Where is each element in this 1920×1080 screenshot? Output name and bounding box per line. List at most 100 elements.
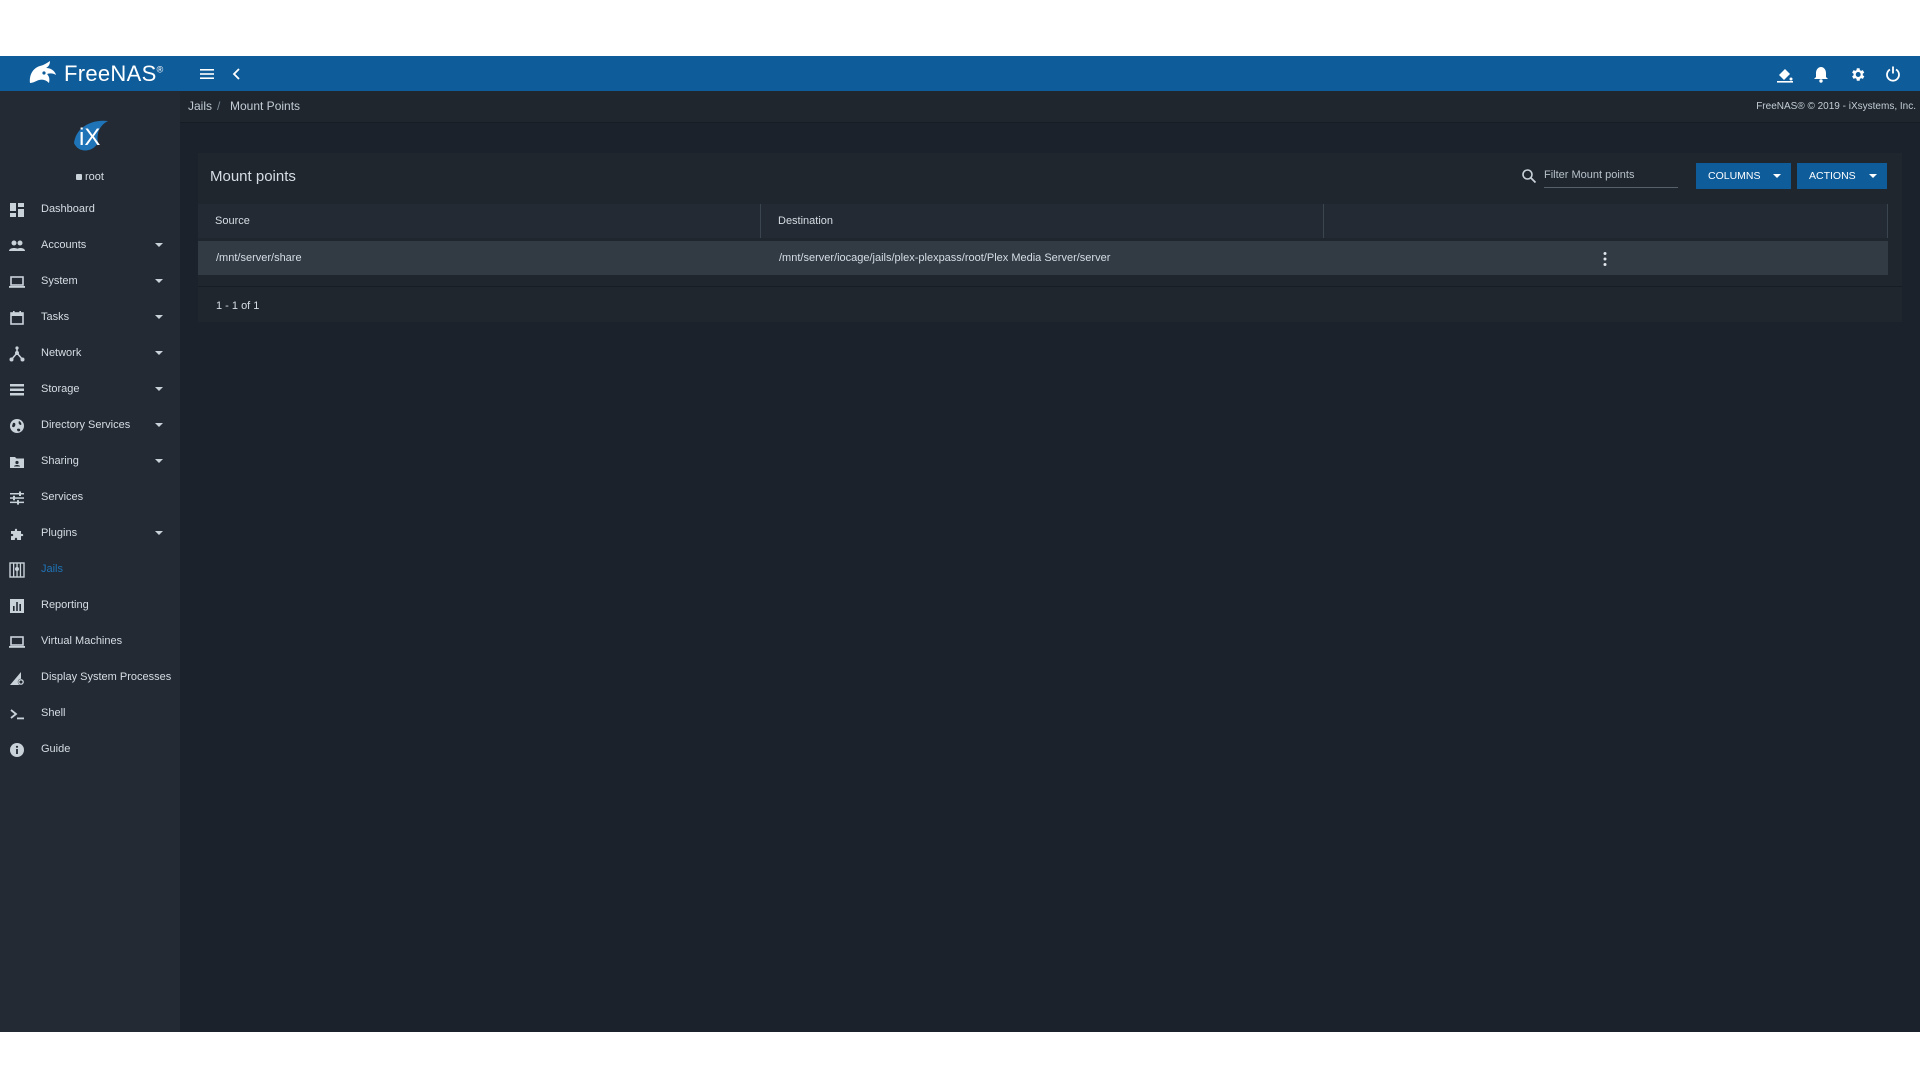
ixsystems-logo: iX: [68, 113, 112, 157]
breadcrumb: Jails / Mount Points FreeNAS® © 2019 - i…: [180, 91, 1920, 123]
power-icon: [1886, 66, 1900, 82]
notifications-button[interactable]: [1808, 61, 1834, 87]
columns-button-label: COLUMNS: [1708, 170, 1761, 182]
sidebar-item-storage[interactable]: Storage: [0, 371, 180, 407]
sidebar-item-label: Plugins: [41, 527, 78, 539]
freenas-app: FreeNAS® iX root Dashboard Accounts Syst…: [0, 56, 1920, 1032]
sliders-icon: [10, 491, 24, 505]
dashboard-icon: [10, 203, 24, 217]
sidebar-item-system[interactable]: System: [0, 263, 180, 299]
sidebar-item-label: Shell: [41, 707, 66, 719]
people-icon: [9, 240, 25, 251]
username: root: [85, 171, 104, 183]
column-divider: [760, 204, 761, 238]
sidebar-item-services[interactable]: Services: [0, 479, 180, 515]
paginator-range: 1 - 1 of 1: [216, 300, 260, 312]
lock-icon: [76, 174, 83, 181]
sidebar-item-tasks[interactable]: Tasks: [0, 299, 180, 335]
caret-down-icon: [155, 423, 163, 427]
breadcrumb-current: Mount Points: [230, 99, 301, 113]
sidebar-item-sharing[interactable]: Sharing: [0, 443, 180, 479]
caret-down-icon: [155, 279, 163, 283]
caret-down-icon: [155, 459, 163, 463]
sidebar-item-label: Storage: [41, 383, 80, 395]
caret-down-icon: [1773, 174, 1781, 178]
collapse-sidebar-button[interactable]: [224, 61, 250, 87]
caret-down-icon: [1869, 174, 1877, 178]
sidebar-item-reporting[interactable]: Reporting: [0, 587, 180, 623]
cell-source: /mnt/server/share: [216, 252, 302, 264]
sidebar-item-label: Services: [41, 491, 84, 503]
sidebar-item-shell[interactable]: Shell: [0, 695, 180, 731]
current-user: root: [0, 171, 180, 183]
sidebar-nav: Dashboard Accounts System Tasks Network: [0, 191, 180, 767]
calendar-icon: [10, 311, 24, 325]
columns-button[interactable]: COLUMNS: [1696, 163, 1791, 189]
mount-points-table: Source Destination /mnt/server/share /mn…: [198, 204, 1888, 275]
sidebar: iX root Dashboard Accounts System Tasks …: [0, 91, 180, 1032]
filter-input[interactable]: [1544, 163, 1678, 188]
menu-toggle-button[interactable]: [194, 61, 220, 87]
sidebar-item-directory-services[interactable]: Directory Services: [0, 407, 180, 443]
storage-list-icon: [10, 384, 24, 396]
chevron-left-icon: [232, 68, 240, 80]
column-header-destination[interactable]: Destination: [778, 204, 833, 238]
task-manager-button[interactable]: [1772, 61, 1798, 87]
processes-icon: [10, 672, 25, 686]
jail-icon: [9, 562, 25, 578]
copyright-text: FreeNAS® © 2019 - iXsystems, Inc.: [1756, 101, 1916, 112]
caret-down-icon: [155, 531, 163, 535]
ix-logo-icon: iX: [74, 120, 108, 151]
top-bar: FreeNAS®: [0, 56, 1920, 92]
breadcrumb-jails-link[interactable]: Jails: [188, 99, 212, 113]
divider: [198, 286, 1902, 287]
power-button[interactable]: [1880, 61, 1906, 87]
puzzle-icon: [11, 528, 24, 540]
hamburger-icon: [200, 69, 214, 79]
mount-points-card: Mount points COLUMNS ACTIONS Source Dest…: [198, 153, 1902, 322]
cell-destination: /mnt/server/iocage/jails/plex-plexpass/r…: [779, 252, 1111, 264]
monitor-icon: [9, 636, 25, 648]
column-divider: [1323, 204, 1324, 238]
breadcrumb-separator: /: [217, 99, 221, 113]
caret-down-icon: [155, 351, 163, 355]
network-icon: [9, 346, 25, 362]
sidebar-item-dashboard[interactable]: Dashboard: [0, 191, 180, 227]
settings-button[interactable]: [1844, 61, 1870, 87]
sidebar-item-label: System: [41, 275, 78, 287]
bar-chart-icon: [10, 599, 24, 613]
table-header: Source Destination: [198, 204, 1888, 238]
sidebar-item-virtual-machines[interactable]: Virtual Machines: [0, 623, 180, 659]
bell-icon: [1814, 66, 1828, 83]
actions-button[interactable]: ACTIONS: [1797, 163, 1887, 189]
sidebar-item-label: Accounts: [41, 239, 87, 251]
sidebar-item-network[interactable]: Network: [0, 335, 180, 371]
sidebar-item-label: Virtual Machines: [41, 635, 123, 647]
sidebar-item-label: Sharing: [41, 455, 79, 467]
search-icon: [1522, 169, 1537, 184]
sidebar-item-label: Tasks: [41, 311, 70, 323]
sidebar-item-plugins[interactable]: Plugins: [0, 515, 180, 551]
actions-button-label: ACTIONS: [1809, 170, 1856, 182]
sidebar-item-accounts[interactable]: Accounts: [0, 227, 180, 263]
sidebar-item-label: Jails: [41, 563, 64, 575]
globe-icon: [10, 419, 24, 433]
sidebar-item-label: Dashboard: [41, 203, 95, 215]
page-title: Mount points: [210, 168, 296, 185]
freenas-logo[interactable]: FreeNAS®: [26, 58, 164, 90]
caret-down-icon: [155, 315, 163, 319]
laptop-icon: [9, 276, 25, 288]
sidebar-item-guide[interactable]: Guide: [0, 731, 180, 767]
svg-text:iX: iX: [79, 124, 100, 151]
sidebar-item-display-system-processes[interactable]: Display System Processes: [0, 659, 180, 695]
column-divider: [1887, 204, 1888, 238]
sidebar-item-label: Guide: [41, 743, 71, 755]
sidebar-item-label: Display System Processes: [41, 671, 172, 683]
more-vert-icon[interactable]: [1598, 251, 1612, 267]
table-row[interactable]: /mnt/server/share /mnt/server/iocage/jai…: [198, 241, 1888, 275]
column-header-source[interactable]: Source: [215, 204, 250, 238]
sidebar-item-jails[interactable]: Jails: [0, 551, 180, 587]
app-name: FreeNAS®: [64, 61, 164, 86]
terminal-icon: [10, 709, 24, 720]
sidebar-item-label: Reporting: [41, 599, 89, 611]
